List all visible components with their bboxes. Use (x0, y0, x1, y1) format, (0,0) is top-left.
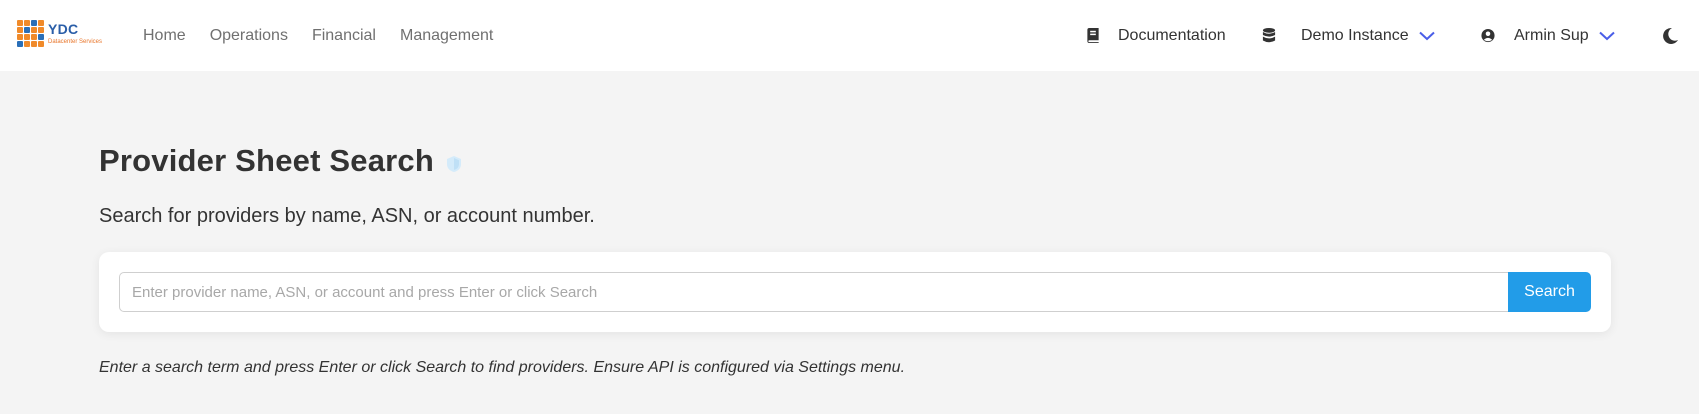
logo-title: YDC (48, 21, 79, 37)
shield-icon (447, 156, 462, 172)
book-icon (1087, 28, 1099, 43)
user-label: Armin Sup (1514, 26, 1589, 44)
page-subtitle: Search for providers by name, ASN, or ac… (99, 205, 595, 227)
search-button[interactable]: Search (1508, 272, 1591, 312)
database-icon (1262, 28, 1276, 43)
main-nav: Home Operations Financial Management (143, 0, 517, 71)
instance-dropdown[interactable]: Demo Instance (1262, 0, 1435, 71)
search-input[interactable] (119, 272, 1508, 312)
search-card: Search (99, 252, 1611, 332)
nav-link-financial[interactable]: Financial (312, 27, 376, 45)
logo-grid-icon (17, 20, 44, 47)
search-hint: Enter a search term and press Enter or c… (99, 359, 906, 376)
nav-link-home[interactable]: Home (143, 27, 186, 45)
documentation-label: Documentation (1118, 26, 1226, 44)
nav-link-management[interactable]: Management (400, 27, 493, 45)
user-dropdown[interactable]: Armin Sup (1481, 0, 1615, 71)
page-title: Provider Sheet Search (99, 143, 435, 178)
logo-subtitle: Datacenter Services (48, 39, 103, 45)
moon-icon (1663, 27, 1678, 44)
documentation-link[interactable]: Documentation (1086, 0, 1226, 71)
logo-text: YDC Datacenter Services (48, 20, 102, 45)
brand-logo[interactable]: YDC Datacenter Services (17, 20, 113, 50)
top-navbar: YDC Datacenter Services Home Operations … (0, 0, 1699, 71)
instance-label: Demo Instance (1301, 26, 1409, 44)
nav-link-operations[interactable]: Operations (210, 27, 288, 45)
theme-toggle[interactable] (1661, 0, 1679, 71)
chevron-down-icon (1599, 31, 1615, 40)
title-row: Provider Sheet Search (99, 143, 462, 179)
user-circle-icon (1481, 28, 1495, 43)
chevron-down-icon (1418, 31, 1435, 40)
